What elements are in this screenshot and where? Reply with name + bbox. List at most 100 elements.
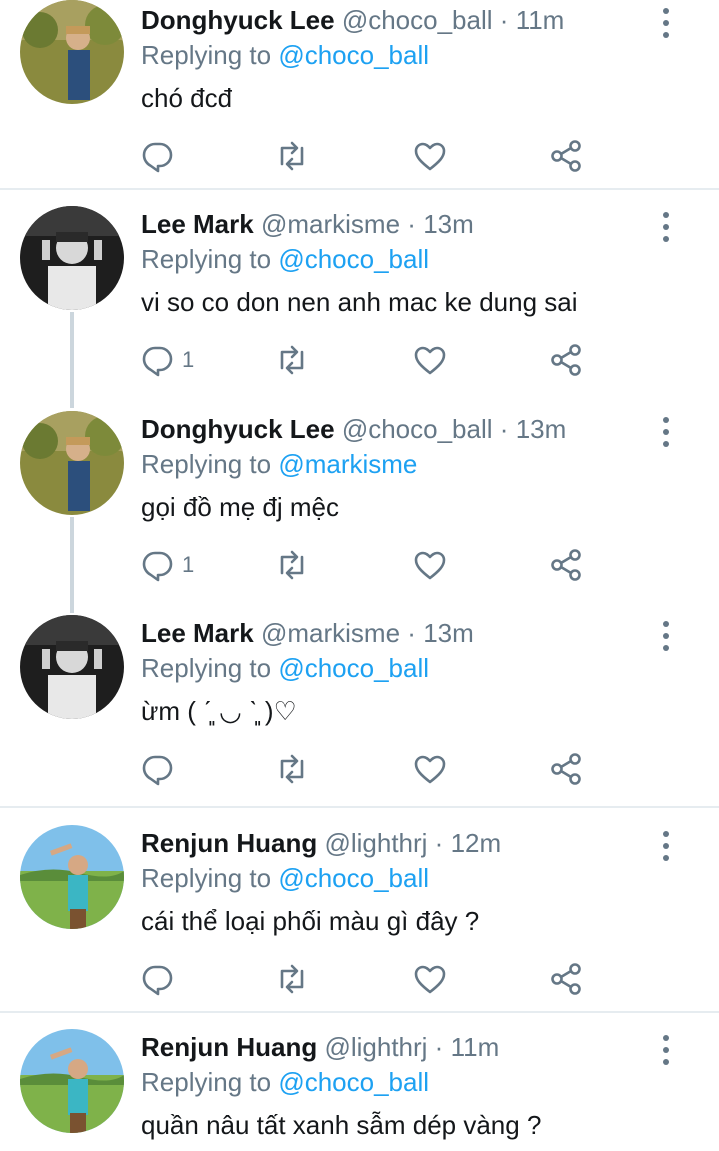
- avatar-photo-mark: [20, 615, 124, 719]
- reply-button[interactable]: [140, 959, 182, 999]
- separator-dot: ·: [499, 5, 509, 35]
- replying-to: Replying to @choco_ball: [141, 241, 429, 277]
- replying-to-label: Replying to: [141, 244, 272, 274]
- author-handle[interactable]: @markisme: [261, 209, 400, 239]
- avatar[interactable]: [20, 206, 124, 310]
- avatar[interactable]: [20, 615, 124, 719]
- more-vertical-icon[interactable]: [656, 6, 676, 40]
- timestamp[interactable]: 11m: [451, 1032, 500, 1062]
- tweet[interactable]: Renjun Huang @lighthrj · 11m Replying to…: [0, 1027, 719, 1151]
- avatar-photo-mark: [20, 206, 124, 310]
- tweet[interactable]: Lee Mark @markisme · 13m Replying to @ch…: [0, 613, 719, 801]
- timestamp[interactable]: 13m: [516, 414, 567, 444]
- like-button[interactable]: [412, 340, 448, 380]
- retweet-icon: [280, 964, 304, 994]
- separator-dot: ·: [434, 828, 444, 858]
- divider: [0, 1011, 719, 1013]
- tweet-header: Donghyuck Lee @choco_ball · 13m: [141, 411, 566, 447]
- more-vertical-icon[interactable]: [656, 415, 676, 449]
- avatar[interactable]: [20, 411, 124, 515]
- share-button[interactable]: [548, 136, 584, 176]
- replying-to: Replying to @choco_ball: [141, 650, 429, 686]
- timestamp[interactable]: 12m: [451, 828, 502, 858]
- replying-to: Replying to @choco_ball: [141, 1064, 429, 1100]
- author-handle[interactable]: @choco_ball: [342, 414, 493, 444]
- reply-button[interactable]: 1: [140, 340, 194, 380]
- tweet-header: Renjun Huang @lighthrj · 12m: [141, 825, 501, 861]
- author-name[interactable]: Donghyuck Lee: [141, 5, 335, 35]
- share-icon: [551, 963, 581, 995]
- author-name[interactable]: Renjun Huang: [141, 1032, 317, 1062]
- tweet[interactable]: Donghyuck Lee @choco_ball · 11m Replying…: [0, 0, 719, 188]
- tweet[interactable]: Renjun Huang @lighthrj · 12m Replying to…: [0, 823, 719, 1011]
- replying-to-label: Replying to: [141, 863, 272, 893]
- heart-icon: [414, 755, 446, 784]
- replying-to: Replying to @choco_ball: [141, 37, 429, 73]
- action-bar: 1: [140, 340, 600, 380]
- divider: [0, 806, 719, 808]
- tweet[interactable]: Donghyuck Lee @choco_ball · 13m Replying…: [0, 409, 719, 597]
- action-bar: [140, 959, 600, 999]
- author-handle[interactable]: @choco_ball: [342, 5, 493, 35]
- author-name[interactable]: Lee Mark: [141, 209, 254, 239]
- avatar-photo-renjun: [20, 825, 124, 929]
- retweet-button[interactable]: [274, 749, 310, 789]
- more-vertical-icon[interactable]: [656, 619, 676, 653]
- avatar[interactable]: [20, 0, 124, 104]
- mention-link[interactable]: @choco_ball: [278, 1067, 429, 1097]
- tweet-header: Lee Mark @markisme · 13m: [141, 615, 474, 651]
- retweet-button[interactable]: [274, 340, 310, 380]
- replying-to-label: Replying to: [141, 1067, 272, 1097]
- author-name[interactable]: Lee Mark: [141, 618, 254, 648]
- replying-to-label: Replying to: [141, 653, 272, 683]
- tweet-text: ừm ( ˊ͈ ◡ ˋ͈ )♡: [141, 696, 297, 726]
- like-button[interactable]: [412, 545, 448, 585]
- like-button[interactable]: [412, 749, 448, 789]
- share-icon: [551, 753, 581, 785]
- share-button[interactable]: [548, 749, 584, 789]
- share-button[interactable]: [548, 545, 584, 585]
- mention-link[interactable]: @choco_ball: [278, 244, 429, 274]
- avatar[interactable]: [20, 825, 124, 929]
- reply-button[interactable]: [140, 136, 182, 176]
- author-handle[interactable]: @lighthrj: [324, 1032, 427, 1062]
- author-handle[interactable]: @markisme: [261, 618, 400, 648]
- author-handle[interactable]: @lighthrj: [324, 828, 427, 858]
- timestamp[interactable]: 11m: [516, 5, 565, 35]
- reply-button[interactable]: [140, 749, 182, 789]
- reply-icon: [142, 346, 173, 377]
- retweet-button[interactable]: [274, 545, 310, 585]
- mention-link[interactable]: @markisme: [278, 449, 417, 479]
- mention-link[interactable]: @choco_ball: [278, 653, 429, 683]
- share-button[interactable]: [548, 340, 584, 380]
- author-name[interactable]: Donghyuck Lee: [141, 414, 335, 444]
- timestamp[interactable]: 13m: [423, 209, 474, 239]
- replying-to: Replying to @choco_ball: [141, 860, 429, 896]
- avatar-photo-donghyuck: [20, 0, 124, 104]
- heart-icon: [414, 965, 446, 994]
- retweet-button[interactable]: [274, 959, 310, 999]
- like-button[interactable]: [412, 136, 448, 176]
- share-button[interactable]: [548, 959, 584, 999]
- replying-to-label: Replying to: [141, 449, 272, 479]
- tweet[interactable]: Lee Mark @markisme · 13m Replying to @ch…: [0, 204, 719, 392]
- reply-icon: [142, 965, 173, 996]
- share-icon: [551, 549, 581, 581]
- more-vertical-icon[interactable]: [656, 1033, 676, 1067]
- mention-link[interactable]: @choco_ball: [278, 863, 429, 893]
- mention-link[interactable]: @choco_ball: [278, 40, 429, 70]
- more-vertical-icon[interactable]: [656, 210, 676, 244]
- more-vertical-icon[interactable]: [656, 829, 676, 863]
- avatar[interactable]: [20, 1029, 124, 1133]
- separator-dot: ·: [407, 209, 416, 239]
- heart-icon: [414, 142, 446, 171]
- like-button[interactable]: [412, 959, 448, 999]
- timestamp[interactable]: 13m: [423, 618, 474, 648]
- tweet-text: cái thể loại phối màu gì đây ?: [141, 906, 480, 936]
- author-name[interactable]: Renjun Huang: [141, 828, 317, 858]
- reply-button[interactable]: 1: [140, 545, 194, 585]
- replying-to-label: Replying to: [141, 40, 272, 70]
- retweet-icon: [280, 141, 304, 171]
- retweet-button[interactable]: [274, 136, 310, 176]
- share-icon: [551, 344, 581, 376]
